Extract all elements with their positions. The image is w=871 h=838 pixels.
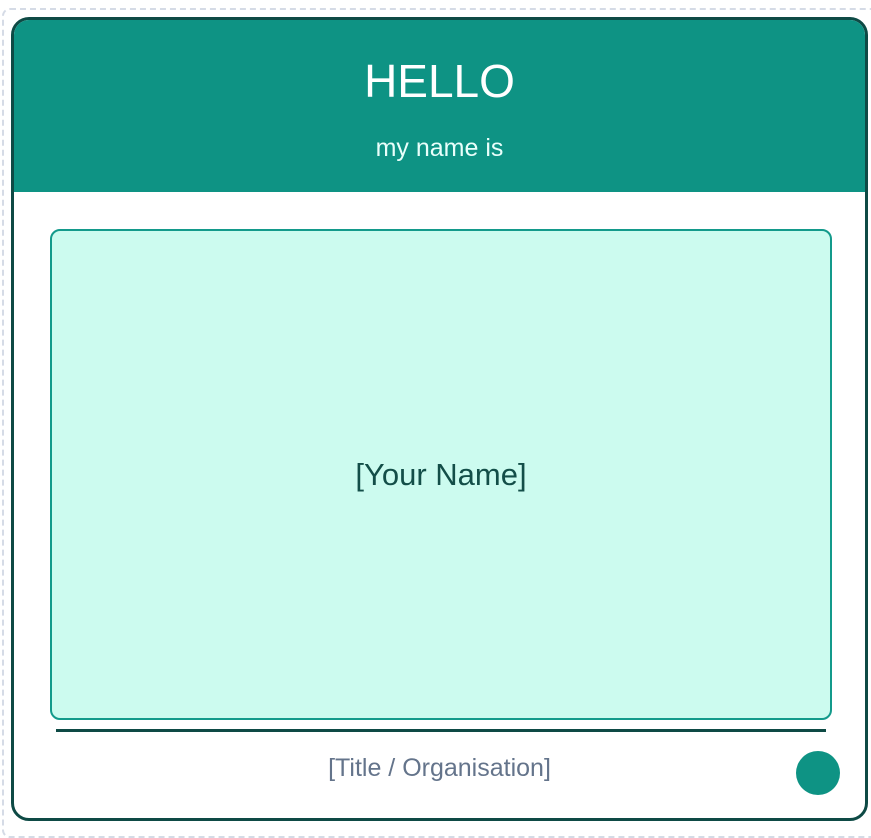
badge-header: HELLO my name is <box>14 20 865 192</box>
name-badge: HELLO my name is [Your Name] [Title / Or… <box>11 17 868 821</box>
divider-line <box>56 729 826 732</box>
greeting-subtitle: my name is <box>375 134 504 162</box>
status-dot <box>796 751 840 795</box>
title-organisation-field[interactable]: [Title / Organisation] <box>14 753 865 783</box>
name-placeholder[interactable]: [Your Name] <box>52 457 830 493</box>
name-field[interactable]: [Your Name] <box>50 229 832 720</box>
greeting-title: HELLO <box>364 55 515 107</box>
